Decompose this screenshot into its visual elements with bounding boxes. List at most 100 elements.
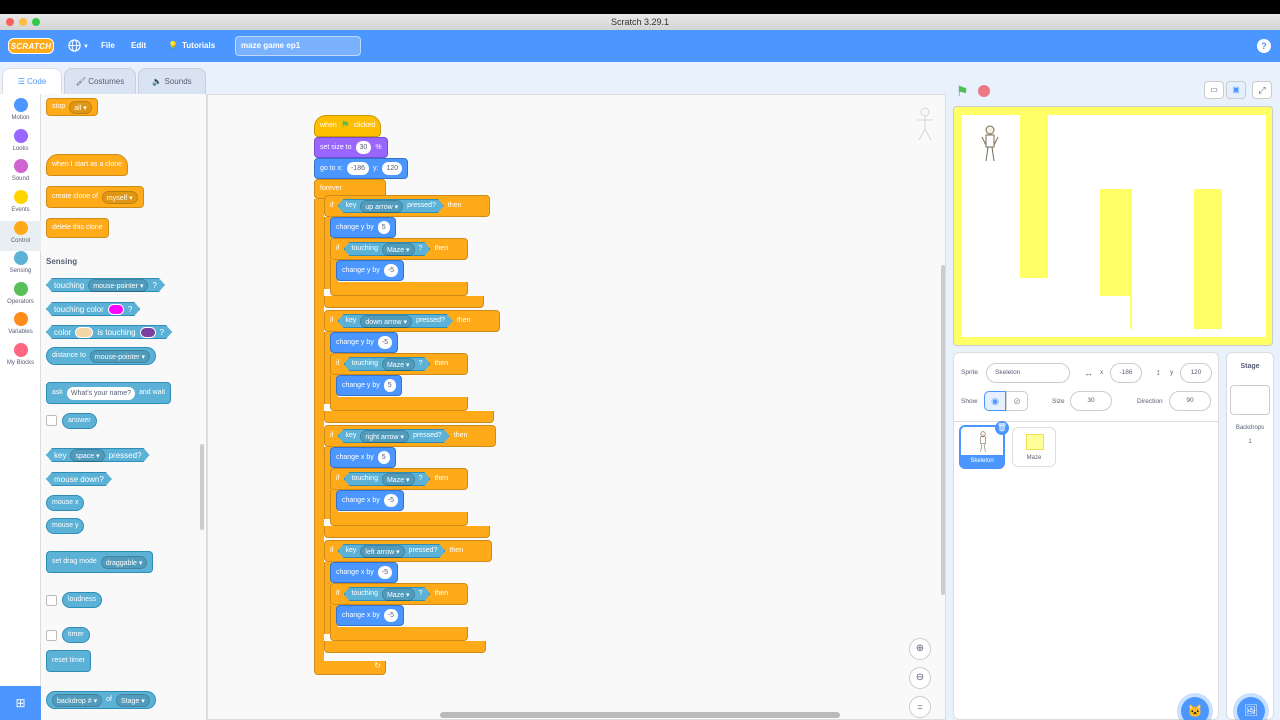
- change-block[interactable]: change y by -5: [330, 332, 398, 353]
- answer-checkbox[interactable]: [46, 415, 57, 426]
- touching-block[interactable]: touching mouse-pointer ▾?: [46, 278, 165, 292]
- zoom-reset-button[interactable]: =: [909, 696, 931, 718]
- sprite-name-input[interactable]: Skeleton: [986, 363, 1070, 383]
- distance-to-block[interactable]: distance to mouse-pointer ▾: [46, 347, 157, 365]
- minimize-window-button[interactable]: [19, 18, 27, 26]
- if-key-pressed-block[interactable]: if key up arrow ▾ pressed? then: [324, 195, 490, 217]
- touching-dropdown[interactable]: Maze ▾: [382, 358, 415, 371]
- file-menu[interactable]: File: [101, 30, 115, 62]
- sprite-thumb-skeleton[interactable]: Skeleton 🗑: [959, 421, 1009, 469]
- when-flag-clicked-block[interactable]: when ⚑ clicked: [314, 115, 382, 137]
- backdrop-of-block[interactable]: backdrop # ▾ of Stage ▾: [46, 691, 156, 709]
- key-dropdown[interactable]: right arrow ▾: [360, 430, 409, 443]
- change-block[interactable]: change y by 5: [330, 217, 396, 238]
- go-to-xy-block[interactable]: go to x: -186 y: 120: [314, 158, 409, 179]
- ask-input[interactable]: What's your name?: [66, 386, 135, 400]
- change-block[interactable]: change x by -5: [330, 562, 398, 583]
- clone-dropdown[interactable]: myself ▾: [101, 190, 138, 204]
- direction-input[interactable]: 90: [1169, 391, 1211, 411]
- set-size-block[interactable]: set size to 30%: [314, 137, 388, 158]
- change-input[interactable]: -5: [377, 566, 392, 579]
- stop-block[interactable]: stop all ▾: [46, 98, 98, 116]
- extension-button[interactable]: ⊞: [0, 686, 41, 720]
- timer-checkbox[interactable]: [46, 630, 57, 641]
- change-block[interactable]: change x by 5: [330, 447, 396, 468]
- category-operators[interactable]: Operators: [0, 282, 41, 305]
- tutorials-menu[interactable]: 💡 Tutorials: [168, 30, 215, 62]
- color-swatch[interactable]: [75, 327, 93, 338]
- if-key-pressed-block[interactable]: if key left arrow ▾ pressed? then: [324, 540, 492, 562]
- maximize-window-button[interactable]: [32, 18, 40, 26]
- if-touching-block[interactable]: if touching Maze ▾? then: [330, 583, 468, 605]
- fullscreen-button[interactable]: ⤢: [1252, 81, 1272, 99]
- change-input[interactable]: -5: [377, 336, 392, 349]
- choose-sprite-button[interactable]: 🐱: [1181, 697, 1209, 720]
- change-input[interactable]: -5: [383, 494, 398, 507]
- tab-code[interactable]: ☰ Code: [2, 68, 62, 94]
- category-looks[interactable]: Looks: [0, 129, 41, 152]
- touching-dropdown[interactable]: Maze ▾: [382, 473, 415, 486]
- touching-condition[interactable]: touching Maze ▾?: [344, 472, 431, 486]
- touching-color-block[interactable]: touching color?: [46, 302, 140, 316]
- show-visible-button[interactable]: ◉: [984, 391, 1006, 411]
- ask-block[interactable]: ask What's your name? and wait: [46, 382, 172, 404]
- large-stage-button[interactable]: ▣: [1226, 81, 1246, 99]
- category-sound[interactable]: Sound: [0, 159, 41, 182]
- tab-costumes[interactable]: 🖌 Costumes: [64, 68, 136, 94]
- create-clone-block[interactable]: create clone of myself ▾: [46, 186, 144, 208]
- workspace-v-scrollbar[interactable]: [941, 265, 945, 595]
- color-swatch[interactable]: [108, 304, 124, 315]
- green-flag-button[interactable]: ⚑: [956, 83, 969, 100]
- loudness-block[interactable]: loudness: [62, 592, 103, 608]
- category-my-blocks[interactable]: My Blocks: [0, 343, 41, 366]
- stage-thumbnail[interactable]: [1230, 385, 1270, 415]
- change-input[interactable]: 5: [383, 379, 396, 392]
- stage-canvas[interactable]: [953, 106, 1273, 346]
- change-input[interactable]: -5: [383, 609, 398, 622]
- x-input[interactable]: -186: [346, 162, 369, 175]
- category-variables[interactable]: Variables: [0, 312, 41, 335]
- touching-dropdown[interactable]: mouse-pointer ▾: [88, 279, 148, 292]
- touching-condition[interactable]: touching Maze ▾?: [344, 357, 431, 371]
- change-input[interactable]: 5: [377, 451, 390, 464]
- category-control[interactable]: Control: [0, 221, 41, 251]
- drag-dropdown[interactable]: draggable ▾: [100, 555, 148, 569]
- timer-block[interactable]: timer: [62, 627, 90, 643]
- key-dropdown[interactable]: up arrow ▾: [360, 200, 403, 213]
- mouse-y-block[interactable]: mouse y: [46, 518, 85, 534]
- scratch-logo[interactable]: SCRATCH: [8, 38, 54, 54]
- key-dropdown[interactable]: space ▾: [70, 449, 104, 462]
- delete-sprite-button[interactable]: 🗑: [995, 421, 1009, 435]
- touching-dropdown[interactable]: Maze ▾: [382, 243, 415, 256]
- choose-backdrop-button[interactable]: 🖼: [1237, 697, 1265, 720]
- if-touching-block[interactable]: if touching Maze ▾? then: [330, 238, 468, 260]
- x-position-input[interactable]: -186: [1110, 363, 1142, 383]
- change-block[interactable]: change y by 5: [336, 375, 402, 396]
- sprite-thumb-maze[interactable]: Maze: [1012, 427, 1056, 467]
- small-stage-button[interactable]: ▭: [1204, 81, 1224, 99]
- color-touching-block[interactable]: color is touching?: [46, 325, 172, 339]
- change-block[interactable]: change y by -5: [336, 260, 404, 281]
- change-input[interactable]: -5: [383, 264, 398, 277]
- key-pressed-condition[interactable]: key up arrow ▾ pressed?: [338, 199, 444, 213]
- help-icon[interactable]: ?: [1257, 39, 1271, 53]
- zoom-out-button[interactable]: ⊖: [909, 667, 931, 689]
- attribute-dropdown[interactable]: backdrop # ▾: [52, 693, 103, 707]
- change-block[interactable]: change x by -5: [336, 605, 404, 626]
- delete-clone-block[interactable]: delete this clone: [46, 218, 109, 238]
- zoom-in-button[interactable]: ⊕: [909, 638, 931, 660]
- workspace-h-scrollbar[interactable]: [440, 712, 840, 718]
- project-title-input[interactable]: maze game ep1: [235, 36, 361, 56]
- key-dropdown[interactable]: down arrow ▾: [360, 315, 412, 328]
- edit-menu[interactable]: Edit: [131, 30, 146, 62]
- size-input[interactable]: 30: [1070, 391, 1112, 411]
- skeleton-sprite[interactable]: [978, 125, 1002, 163]
- close-window-button[interactable]: [6, 18, 14, 26]
- key-pressed-condition[interactable]: key right arrow ▾ pressed?: [338, 429, 450, 443]
- touching-dropdown[interactable]: Maze ▾: [382, 588, 415, 601]
- loudness-checkbox[interactable]: [46, 595, 57, 606]
- y-input[interactable]: 120: [382, 162, 403, 175]
- color-swatch[interactable]: [140, 327, 156, 338]
- mouse-x-block[interactable]: mouse x: [46, 495, 85, 511]
- if-key-pressed-block[interactable]: if key down arrow ▾ pressed? then: [324, 310, 500, 332]
